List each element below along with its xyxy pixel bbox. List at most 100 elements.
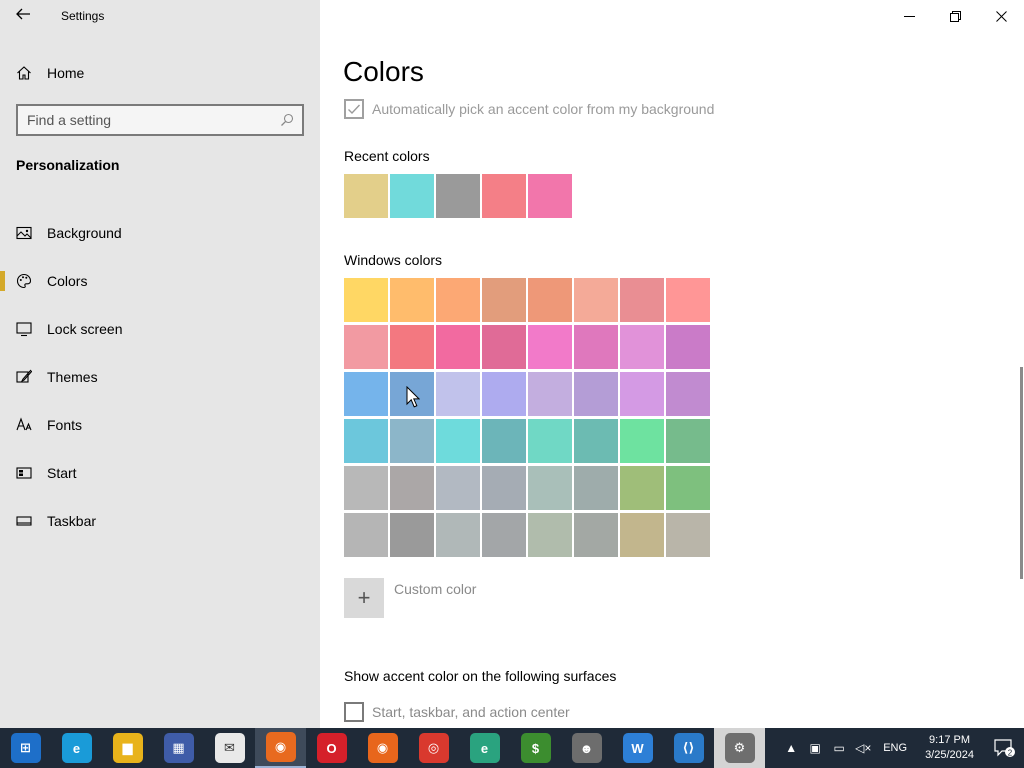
sidebar-item-background[interactable]: Background — [0, 209, 320, 257]
taskbar-settings[interactable]: ⚙ — [714, 728, 765, 768]
sidebar-item-lock-screen[interactable]: Lock screen — [0, 305, 320, 353]
sidebar-item-taskbar[interactable]: Taskbar — [0, 497, 320, 545]
scrollbar[interactable] — [1018, 32, 1024, 728]
taskbar-file-explorer[interactable]: ▆ — [102, 728, 153, 768]
windows-color-swatch[interactable] — [620, 419, 664, 463]
windows-color-swatch[interactable] — [482, 419, 526, 463]
recent-colors-label: Recent colors — [344, 148, 430, 164]
windows-color-swatch[interactable] — [344, 513, 388, 557]
windows-color-swatch[interactable] — [390, 513, 434, 557]
tray-overflow-icon[interactable]: ▲ — [779, 741, 803, 755]
taskbar-opera[interactable]: O — [306, 728, 357, 768]
windows-color-swatch[interactable] — [390, 325, 434, 369]
windows-color-swatch[interactable] — [528, 419, 572, 463]
windows-color-swatch[interactable] — [528, 278, 572, 322]
windows-color-swatch[interactable] — [620, 466, 664, 510]
windows-color-swatch[interactable] — [390, 419, 434, 463]
taskbar-edge-dev[interactable]: e — [459, 728, 510, 768]
windows-color-swatch[interactable] — [574, 466, 618, 510]
windows-color-swatch[interactable] — [344, 419, 388, 463]
taskbar-firefox[interactable]: ◉ — [357, 728, 408, 768]
windows-color-swatch[interactable] — [344, 466, 388, 510]
sidebar-item-start[interactable]: Start — [0, 449, 320, 497]
windows-color-swatch[interactable] — [482, 372, 526, 416]
taskbar-chrome[interactable]: ◎ — [408, 728, 459, 768]
recent-color-swatch[interactable] — [344, 174, 388, 218]
auto-pick-checkbox[interactable] — [344, 99, 364, 119]
windows-color-swatch[interactable] — [666, 372, 710, 416]
search-input[interactable] — [27, 112, 272, 128]
windows-color-swatch[interactable] — [574, 325, 618, 369]
volume-muted-icon[interactable]: ◁× — [851, 741, 875, 755]
minimize-icon — [903, 15, 915, 17]
recent-color-swatch[interactable] — [482, 174, 526, 218]
windows-color-swatch[interactable] — [620, 372, 664, 416]
surfaces-checkbox[interactable] — [344, 702, 364, 722]
taskbar-microsoft-store[interactable]: ▦ — [153, 728, 204, 768]
windows-color-swatch[interactable] — [482, 325, 526, 369]
windows-color-swatch[interactable] — [436, 325, 480, 369]
windows-color-swatch[interactable] — [528, 513, 572, 557]
windows-color-swatch[interactable] — [436, 278, 480, 322]
recent-color-swatch[interactable] — [528, 174, 572, 218]
taskbar-firefox-active[interactable]: ◉ — [255, 728, 306, 768]
minimize-button[interactable] — [886, 0, 932, 32]
close-button[interactable] — [978, 0, 1024, 32]
windows-color-swatch[interactable] — [666, 466, 710, 510]
scroll-thumb[interactable] — [1020, 367, 1023, 579]
windows-color-swatch[interactable] — [482, 513, 526, 557]
windows-color-swatch[interactable] — [528, 466, 572, 510]
taskbar-money-app[interactable]: $ — [510, 728, 561, 768]
windows-color-swatch[interactable] — [620, 513, 664, 557]
recent-color-swatch[interactable] — [436, 174, 480, 218]
windows-color-swatch[interactable] — [666, 325, 710, 369]
windows-color-swatch[interactable] — [666, 513, 710, 557]
recent-color-swatch[interactable] — [390, 174, 434, 218]
windows-color-swatch[interactable] — [620, 325, 664, 369]
search-icon[interactable] — [272, 113, 302, 127]
back-button[interactable] — [0, 0, 46, 32]
sidebar-item-themes[interactable]: Themes — [0, 353, 320, 401]
windows-color-swatch[interactable] — [528, 372, 572, 416]
taskbar-start-button[interactable]: ⊞ — [0, 728, 51, 768]
taskbar-edge[interactable]: e — [51, 728, 102, 768]
windows-color-swatch[interactable] — [574, 278, 618, 322]
meet-now-icon[interactable]: ▣ — [803, 741, 827, 755]
windows-color-swatch[interactable] — [574, 419, 618, 463]
surfaces-heading: Show accent color on the following surfa… — [344, 668, 617, 684]
windows-color-swatch[interactable] — [436, 466, 480, 510]
taskbar-mail[interactable]: ✉ — [204, 728, 255, 768]
opera-icon: O — [316, 733, 347, 763]
windows-color-swatch[interactable] — [528, 325, 572, 369]
windows-color-swatch[interactable] — [344, 372, 388, 416]
windows-color-swatch[interactable] — [666, 278, 710, 322]
windows-color-swatch[interactable] — [574, 513, 618, 557]
windows-color-swatch[interactable] — [666, 419, 710, 463]
sidebar-item-colors[interactable]: Colors — [0, 257, 320, 305]
windows-color-swatch[interactable] — [436, 372, 480, 416]
surfaces-start-taskbar-option[interactable]: Start, taskbar, and action center — [344, 702, 570, 722]
windows-color-swatch[interactable] — [436, 513, 480, 557]
search-box[interactable] — [16, 104, 304, 136]
network-icon[interactable]: ▭ — [827, 741, 851, 755]
windows-color-swatch[interactable] — [344, 278, 388, 322]
clock[interactable]: 9:17 PM 3/25/2024 — [925, 733, 974, 763]
restore-button[interactable] — [932, 0, 978, 32]
language-indicator[interactable]: ENG — [883, 742, 907, 754]
windows-color-swatch[interactable] — [390, 278, 434, 322]
windows-color-swatch[interactable] — [574, 372, 618, 416]
taskbar-w-app[interactable]: W — [612, 728, 663, 768]
custom-color-button[interactable]: + Custom color — [344, 578, 476, 618]
taskbar-raccoon-app[interactable]: ☻ — [561, 728, 612, 768]
windows-color-swatch[interactable] — [344, 325, 388, 369]
windows-color-swatch[interactable] — [390, 466, 434, 510]
windows-color-swatch[interactable] — [482, 278, 526, 322]
action-center-button[interactable]: 2 — [984, 728, 1024, 768]
windows-color-swatch[interactable] — [620, 278, 664, 322]
windows-color-swatch[interactable] — [482, 466, 526, 510]
sidebar-home[interactable]: Home — [0, 57, 320, 89]
windows-color-swatch[interactable] — [436, 419, 480, 463]
taskbar-vscode[interactable]: ⟨⟩ — [663, 728, 714, 768]
auto-pick-accent-option[interactable]: Automatically pick an accent color from … — [344, 99, 714, 119]
sidebar-item-fonts[interactable]: Fonts — [0, 401, 320, 449]
